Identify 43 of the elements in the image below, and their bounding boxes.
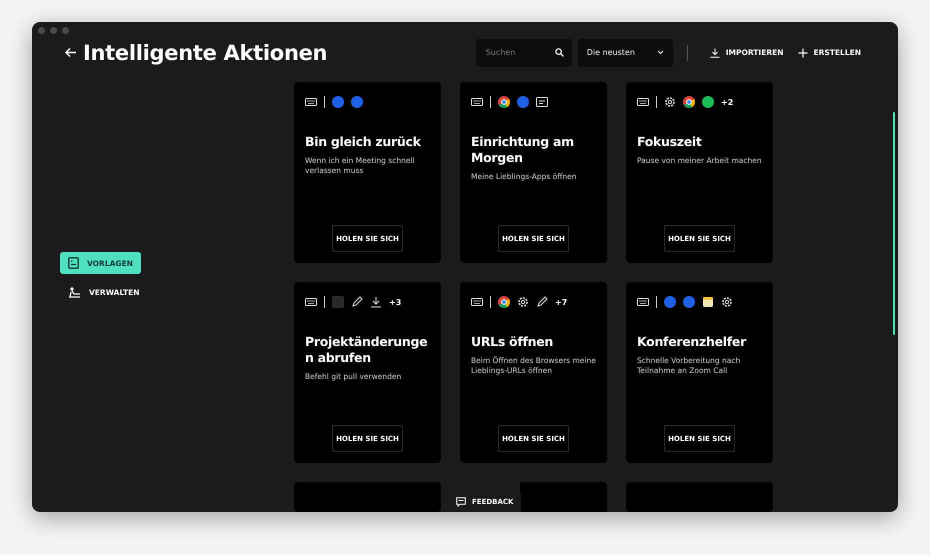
- card-title: Fokuszeit: [637, 134, 703, 150]
- keyboard-icon: [637, 96, 649, 108]
- keyboard-icon: [637, 296, 649, 308]
- keyboard-icon: [471, 96, 483, 108]
- card-title: Bin gleich zurück: [305, 134, 422, 150]
- back-arrow-icon[interactable]: [64, 46, 77, 60]
- sort-dropdown[interactable]: Die neusten: [578, 38, 673, 67]
- download-icon: [370, 296, 382, 308]
- page-title: Intelligente Aktionen: [83, 40, 328, 65]
- more-count: +2: [721, 98, 734, 106]
- message-icon: [456, 497, 466, 507]
- pencil-icon: [536, 296, 548, 308]
- plus-icon: [798, 48, 808, 58]
- more-count: +3: [389, 298, 402, 306]
- search-input[interactable]: Suchen: [484, 47, 555, 58]
- keyboard-icon: [471, 296, 483, 308]
- scrollbar[interactable]: [893, 112, 895, 335]
- card-title: URLs öffnen: [471, 334, 554, 350]
- card-title: Einrichtung am Morgen: [471, 134, 575, 166]
- document-icon: [68, 257, 79, 269]
- keyboard-icon: [305, 96, 317, 108]
- message-icon: [536, 96, 548, 108]
- keyboard-icon: [305, 296, 317, 308]
- pencil-icon: [351, 296, 363, 308]
- person-desk-icon: [68, 286, 81, 298]
- search-field[interactable]: Suchen: [476, 38, 572, 67]
- window-dot[interactable]: [50, 27, 57, 34]
- window-dot[interactable]: [38, 27, 45, 34]
- note-icon: [702, 296, 714, 308]
- card-title: Konferenzhelfer: [637, 334, 748, 350]
- more-count: +7: [555, 298, 568, 306]
- browser-icon: [498, 296, 510, 308]
- chevron-down-icon: [656, 50, 664, 56]
- gear-icon: [721, 296, 733, 308]
- window-dot[interactable]: [62, 27, 69, 34]
- gear-icon: [517, 296, 529, 308]
- card-title: Projektänderungen abrufen: [305, 334, 428, 366]
- terminal-icon: [332, 296, 344, 308]
- browser-icon: [498, 96, 510, 108]
- browser-icon: [683, 96, 695, 108]
- search-icon: [554, 48, 564, 58]
- gear-icon: [664, 96, 676, 108]
- download-icon: [710, 48, 720, 58]
